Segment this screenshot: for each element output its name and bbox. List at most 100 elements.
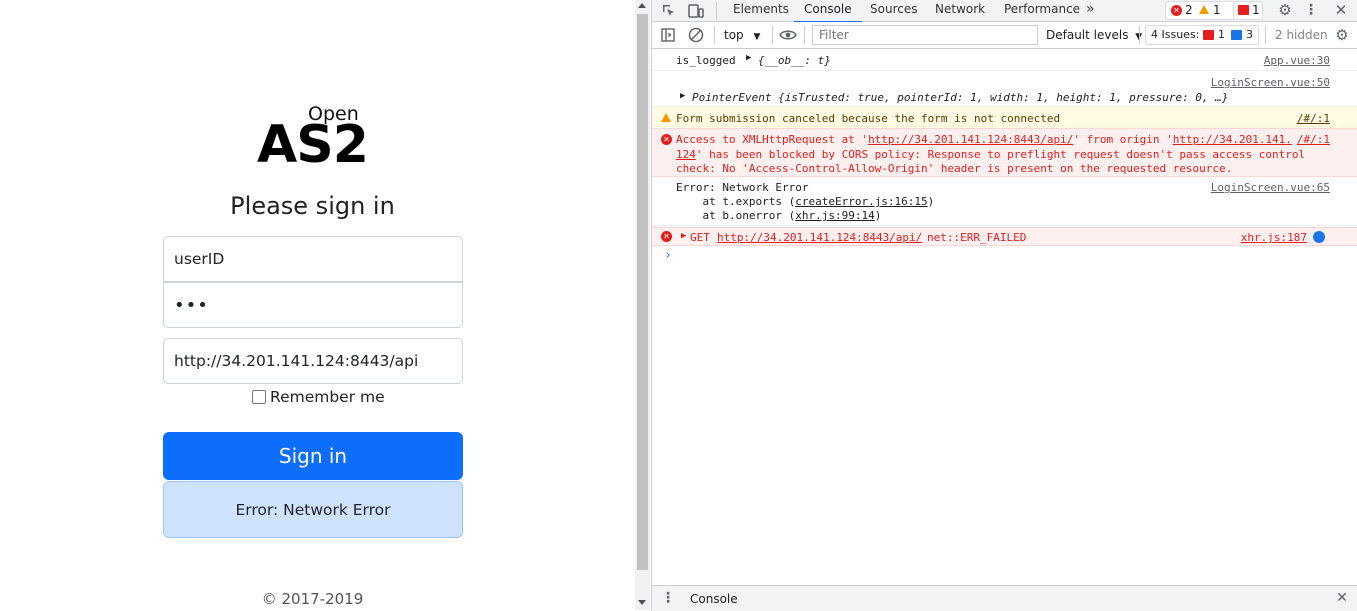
tab-performance[interactable]: Performance	[1004, 0, 1080, 21]
console-error: ✕ ▶ GET http://34.201.141.124:8443/api/ …	[652, 227, 1357, 246]
console-warning: Form submission canceled because the for…	[652, 108, 1357, 127]
console-message: LoginScreen.vue:50 ▶ PointerEvent {isTru…	[652, 72, 1357, 107]
remember-me-checkbox[interactable]	[252, 390, 266, 404]
issues-error-count: 1	[1218, 28, 1225, 41]
stack-link[interactable]: createError.js:16:15	[795, 195, 927, 208]
divider	[772, 26, 773, 44]
issue-info-icon	[1231, 30, 1242, 40]
stack-text: at t.exports (	[676, 195, 796, 208]
source-link[interactable]: xhr.js:187	[1241, 231, 1307, 244]
error-warning-counter[interactable]: ✕ 2 1	[1165, 1, 1237, 20]
server-url-field[interactable]: http://34.201.141.124:8443/api	[163, 338, 463, 384]
error-text: ' has been blocked by CORS policy: Respo…	[695, 148, 1306, 161]
log-object[interactable]: {__ob__: t}	[758, 54, 831, 67]
hidden-count: 2 hidden	[1275, 28, 1328, 42]
error-icon: ✕	[1171, 5, 1182, 16]
page-scrollbar[interactable]	[635, 0, 650, 610]
scrollbar-thumb[interactable]	[637, 14, 648, 570]
devtools-panel: Elements Console Sources Network Perform…	[651, 0, 1357, 611]
error-icon: ✕	[661, 231, 672, 242]
stack-text: at b.onerror (	[676, 209, 796, 222]
warning-icon	[1199, 5, 1209, 14]
issue-error-icon	[1203, 30, 1214, 40]
tab-console[interactable]: Console	[794, 0, 862, 23]
source-link[interactable]: App.vue:30	[1264, 54, 1330, 67]
more-tabs-icon[interactable]: »	[1086, 0, 1095, 21]
user-id-field[interactable]: userID	[163, 236, 463, 282]
divider	[1139, 26, 1140, 44]
stack-line: at b.onerror (xhr.js:99:14)	[676, 209, 881, 222]
source-link[interactable]: /#/:1	[1297, 133, 1330, 146]
divider	[716, 2, 717, 20]
error-icon: ✕	[661, 134, 672, 145]
error-line-3: check: No 'Access-Control-Allow-Origin' …	[676, 162, 1233, 175]
kebab-menu-icon[interactable]: ⋮	[1304, 1, 1318, 19]
server-url-value: http://34.201.141.124:8443/api	[174, 352, 419, 370]
console-toolbar: top ▼ Filter Default levels ▼ 4 Issues: …	[652, 22, 1357, 49]
source-link[interactable]: LoginScreen.vue:50	[1211, 76, 1330, 89]
source-link[interactable]: LoginScreen.vue:65	[1211, 181, 1330, 194]
error-text: Access to XMLHttpRequest at '	[676, 133, 869, 146]
inspect-element-icon[interactable]	[660, 2, 678, 19]
expand-arrow-icon[interactable]: ▶	[746, 53, 751, 63]
warning-count: 1	[1213, 3, 1221, 17]
warning-icon	[661, 113, 671, 122]
expand-arrow-icon[interactable]: ▶	[681, 231, 686, 241]
error-url-link[interactable]: http://34.201.141.124:8443/api/	[868, 133, 1073, 146]
issues-label: 4 Issues:	[1151, 28, 1200, 41]
error-line-1: Access to XMLHttpRequest at 'http://34.2…	[676, 133, 1292, 146]
login-page: Open AS2 Please sign in userID ••• http:…	[0, 0, 635, 610]
scroll-up-arrow-icon[interactable]	[638, 3, 646, 8]
issues-counter[interactable]: 1	[1233, 1, 1263, 20]
context-selector[interactable]: top ▼	[724, 28, 760, 42]
issues-button[interactable]: 4 Issues: 1 3	[1145, 25, 1259, 45]
remember-me[interactable]: Remember me	[252, 388, 385, 406]
divider	[714, 26, 715, 44]
error-alert: Error: Network Error	[163, 481, 463, 538]
brand-logo-text: AS2	[257, 115, 369, 175]
stack-line: at t.exports (createError.js:16:15)	[676, 195, 934, 208]
tab-elements[interactable]: Elements	[733, 0, 789, 21]
origin-url-link[interactable]: 124	[676, 148, 696, 161]
password-field[interactable]: •••	[163, 282, 463, 328]
tab-sources[interactable]: Sources	[870, 0, 917, 21]
error-log-line: Error: Network Error	[676, 181, 809, 194]
clear-console-icon[interactable]	[687, 26, 705, 44]
log-object[interactable]: PointerEvent {isTrusted: true, pointerId…	[692, 91, 1228, 104]
live-expression-eye-icon[interactable]	[778, 26, 798, 44]
source-link[interactable]: /#/:1	[1297, 112, 1330, 125]
log-text: is_logged	[676, 54, 736, 67]
error-alert-text: Error: Network Error	[235, 500, 391, 519]
tab-network[interactable]: Network	[935, 0, 985, 21]
close-devtools-icon[interactable]: ✕	[1332, 1, 1350, 19]
issues-top-count: 1	[1252, 3, 1260, 17]
scroll-down-arrow-icon[interactable]	[638, 600, 646, 605]
divider	[1265, 26, 1266, 44]
log-levels-label: Default levels	[1046, 28, 1129, 42]
show-sidebar-icon[interactable]	[660, 27, 676, 43]
network-panel-icon[interactable]	[1313, 231, 1325, 243]
dropdown-arrow-icon: ▼	[753, 32, 761, 42]
page-title: Please sign in	[230, 192, 395, 220]
stack-link[interactable]: xhr.js:99:14	[795, 209, 874, 222]
request-url-link[interactable]: http://34.201.141.124:8443/api/	[717, 231, 922, 244]
origin-url-link[interactable]: http://34.201.141.	[1173, 133, 1292, 146]
sign-in-button[interactable]: Sign in	[163, 432, 463, 480]
drawer-menu-icon[interactable]: ⋮	[661, 590, 675, 606]
stack-text: )	[874, 209, 882, 222]
settings-gear-icon[interactable]: ⚙	[1276, 1, 1294, 19]
console-prompt-icon[interactable]: ›	[664, 248, 672, 263]
console-error: ✕ Access to XMLHttpRequest at 'http://34…	[652, 128, 1357, 177]
log-levels-dropdown[interactable]: Default levels ▼	[1046, 28, 1142, 42]
device-toolbar-icon[interactable]	[686, 2, 706, 19]
drawer-tab-console[interactable]: Console	[690, 592, 738, 606]
error-text: ' from origin '	[1073, 133, 1173, 146]
console-message: is_logged ▶ {__ob__: t} App.vue:30	[652, 49, 1357, 71]
request-error: net::ERR_FAILED	[927, 231, 1027, 244]
bottom-drawer: ⋮ Console ✕	[652, 585, 1357, 611]
filter-input[interactable]: Filter	[812, 25, 1038, 45]
devtools-tab-bar: Elements Console Sources Network Perform…	[652, 0, 1357, 23]
console-settings-gear-icon[interactable]: ⚙	[1333, 26, 1351, 44]
close-drawer-icon[interactable]: ✕	[1334, 590, 1350, 606]
expand-arrow-icon[interactable]: ▶	[680, 91, 685, 101]
